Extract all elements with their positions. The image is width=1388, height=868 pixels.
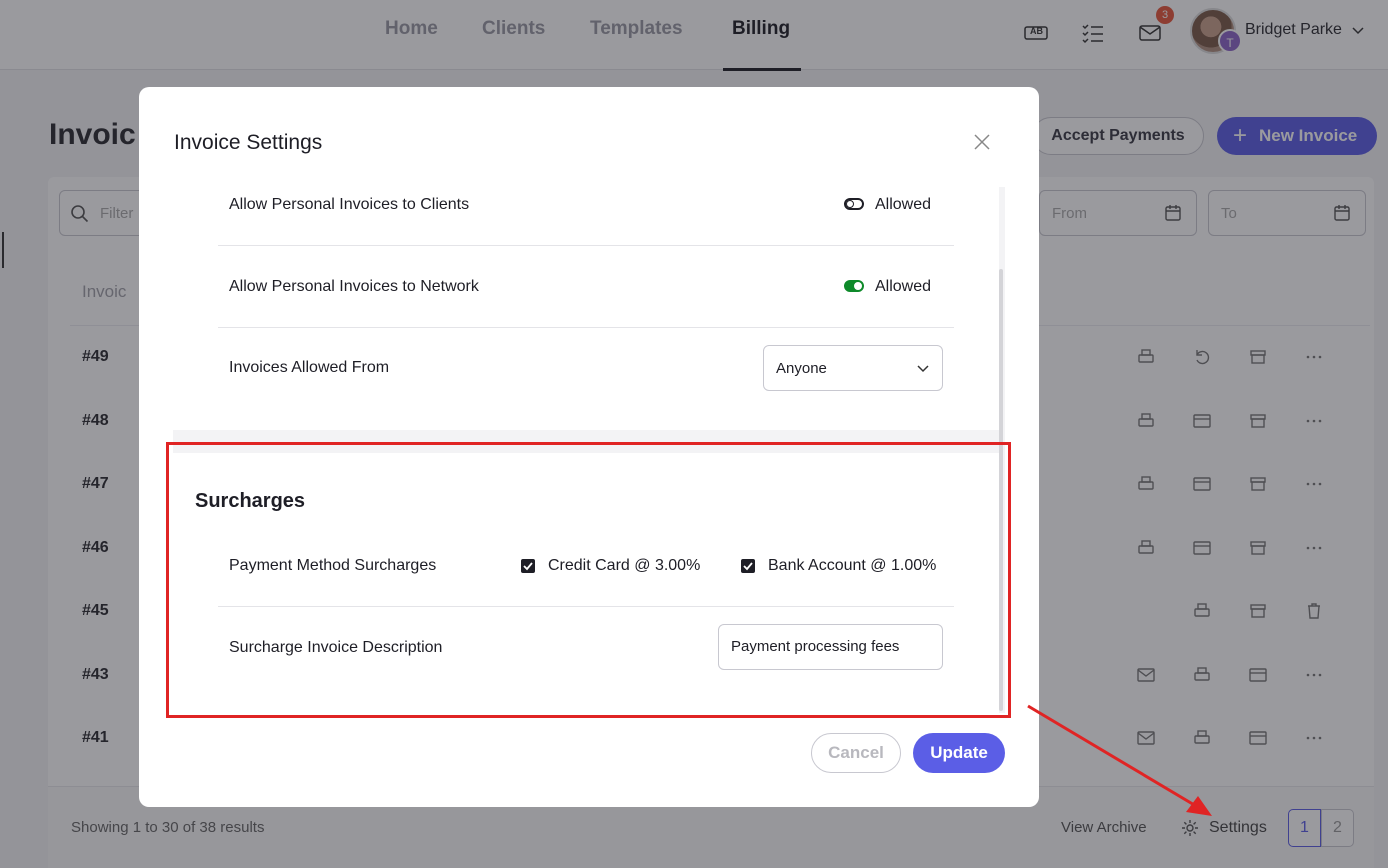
annotation-arrow-icon: [1027, 704, 1212, 816]
